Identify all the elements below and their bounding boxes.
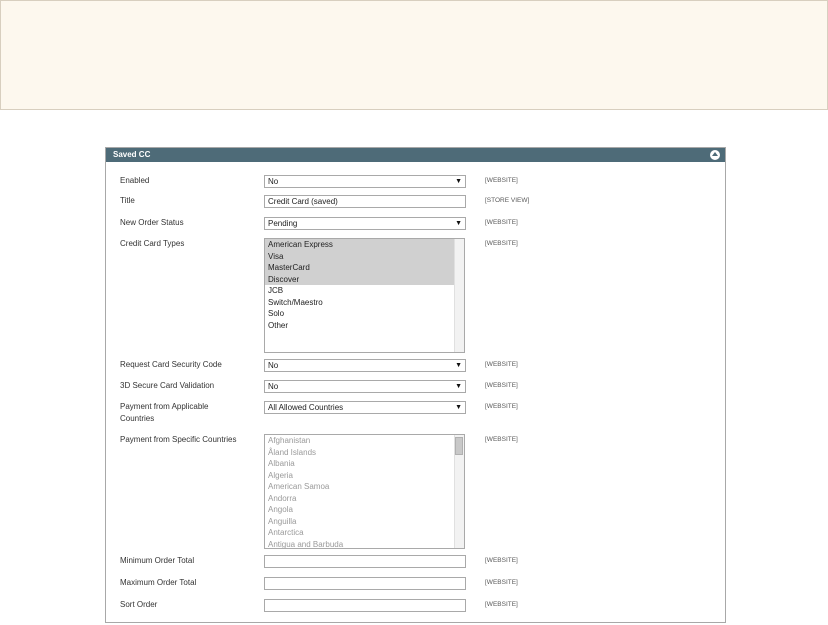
scrollbar-thumb[interactable]	[455, 437, 463, 455]
list-option[interactable]: Other	[265, 320, 464, 332]
field-label: Title	[120, 196, 135, 205]
list-option[interactable]: Switch/Maestro	[265, 297, 464, 309]
dropdown-arrow-icon: ▼	[455, 220, 462, 227]
order-status-select[interactable]: Pending ▼	[264, 217, 466, 230]
scope-label: [WEBSITE]	[485, 436, 518, 443]
list-option[interactable]: Antarctica	[265, 527, 464, 539]
saved-cc-panel: Saved CC Enabled No ▼ [WEBSITE] Title Cr…	[105, 147, 726, 623]
list-option[interactable]: American Express	[265, 239, 464, 251]
panel-header[interactable]: Saved CC	[106, 148, 725, 162]
list-option[interactable]: Algeria	[265, 470, 464, 482]
dropdown-arrow-icon: ▼	[455, 404, 462, 411]
scope-label: [WEBSITE]	[485, 240, 518, 247]
list-option[interactable]: Discover	[265, 273, 464, 285]
dropdown-arrow-icon: ▼	[455, 362, 462, 369]
sort-order-input[interactable]	[264, 599, 466, 612]
scope-label: [STORE VIEW]	[485, 197, 530, 204]
scope-label: [WEBSITE]	[485, 382, 518, 389]
list-option[interactable]: American Samoa	[265, 481, 464, 493]
field-label: Sort Order	[120, 600, 158, 609]
list-option[interactable]: Antigua and Barbuda	[265, 539, 464, 549]
field-label: Maximum Order Total	[120, 578, 197, 587]
3d-secure-select[interactable]: No ▼	[264, 380, 466, 393]
scope-label: [WEBSITE]	[485, 177, 518, 184]
field-label: Minimum Order Total	[120, 556, 195, 565]
field-label: Payment from Applicable Countries	[120, 402, 209, 423]
list-option[interactable]: Andorra	[265, 493, 464, 505]
field-label: New Order Status	[120, 218, 184, 227]
min-order-total-input[interactable]	[264, 555, 466, 568]
notice-box	[0, 0, 828, 110]
list-option[interactable]: Solo	[265, 308, 464, 320]
scope-label: [WEBSITE]	[485, 601, 518, 608]
list-option[interactable]: Albania	[265, 458, 464, 470]
list-option[interactable]: Åland Islands	[265, 447, 464, 459]
dropdown-arrow-icon: ▼	[455, 383, 462, 390]
list-option[interactable]: Afghanistan	[265, 435, 464, 447]
list-option[interactable]: Angola	[265, 504, 464, 516]
scope-label: [WEBSITE]	[485, 361, 518, 368]
field-label: Enabled	[120, 176, 150, 185]
security-code-select[interactable]: No ▼	[264, 359, 466, 372]
panel-title: Saved CC	[113, 150, 151, 159]
scrollbar[interactable]	[454, 239, 464, 352]
scope-label: [WEBSITE]	[485, 557, 518, 564]
scrollbar[interactable]	[454, 435, 464, 548]
scope-label: [WEBSITE]	[485, 403, 518, 410]
specific-countries-multiselect[interactable]: Afghanistan Åland Islands Albania Algeria Am…	[264, 434, 465, 549]
field-label: Credit Card Types	[120, 239, 185, 248]
list-option[interactable]: Anguilla	[265, 516, 464, 528]
scope-label: [WEBSITE]	[485, 579, 518, 586]
list-option[interactable]: Visa	[265, 250, 464, 262]
list-option[interactable]: MasterCard	[265, 262, 464, 274]
enabled-select[interactable]: No ▼	[264, 175, 466, 188]
field-label: Payment from Specific Countries	[120, 435, 237, 444]
field-label: Request Card Security Code	[120, 360, 222, 369]
dropdown-arrow-icon: ▼	[455, 178, 462, 185]
list-option[interactable]: JCB	[265, 285, 464, 297]
title-input[interactable]: Credit Card (saved)	[264, 195, 466, 208]
field-label: 3D Secure Card Validation	[120, 381, 215, 390]
max-order-total-input[interactable]	[264, 577, 466, 590]
cc-types-multiselect[interactable]: American Express Visa MasterCard Discover JC…	[264, 238, 465, 353]
scope-label: [WEBSITE]	[485, 219, 518, 226]
applicable-countries-select[interactable]: All Allowed Countries ▼	[264, 401, 466, 414]
collapse-icon[interactable]	[710, 150, 720, 160]
